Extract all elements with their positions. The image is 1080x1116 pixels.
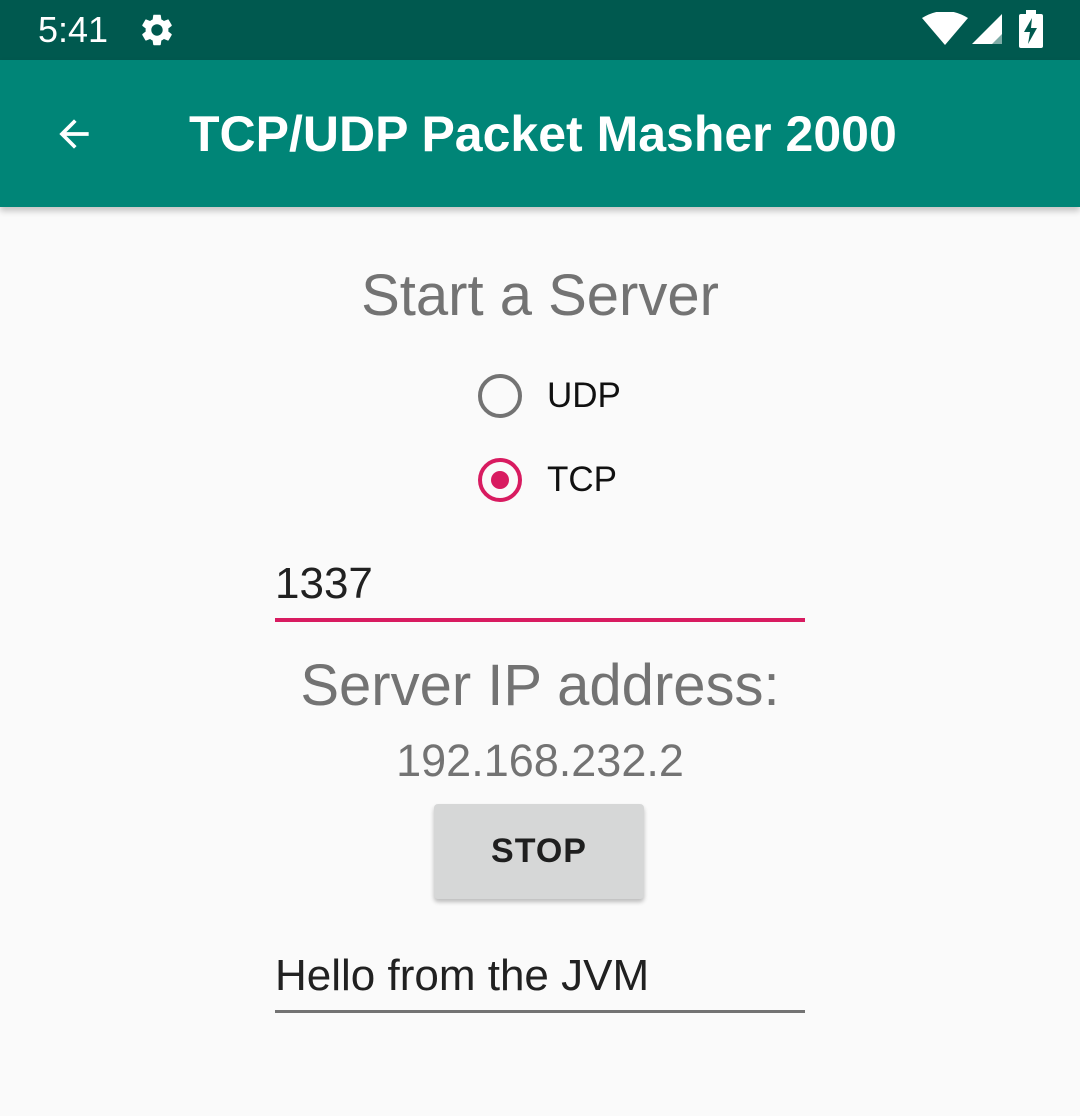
app-title: TCP/UDP Packet Masher 2000 <box>189 106 897 162</box>
radio-dot <box>491 471 509 489</box>
radio-circle-checked[interactable] <box>478 458 522 502</box>
message-input[interactable]: Hello from the JVM <box>275 950 805 1013</box>
radio-udp-label[interactable]: UDP <box>547 376 621 416</box>
battery-charging-icon <box>1019 10 1043 48</box>
status-time: 5:41 <box>38 9 109 50</box>
radio-tcp[interactable]: TCP <box>476 454 676 514</box>
port-input[interactable]: 1337 <box>275 558 805 622</box>
status-bar: 5:41 <box>0 0 1080 60</box>
back-button[interactable] <box>34 94 114 174</box>
gear-icon <box>142 14 172 46</box>
wifi-icon <box>922 12 968 45</box>
radio-tcp-label[interactable]: TCP <box>547 460 617 500</box>
page-heading: Start a Server <box>361 263 719 328</box>
server-ip-label: Server IP address: <box>300 653 780 718</box>
arrow-left-icon <box>59 119 89 149</box>
stop-button[interactable]: STOP <box>434 804 644 899</box>
signal-icon <box>972 14 1002 44</box>
radio-udp[interactable]: UDP <box>476 370 676 430</box>
server-ip-value: 192.168.232.2 <box>396 735 684 786</box>
app-bar: TCP/UDP Packet Masher 2000 <box>0 60 1080 207</box>
radio-circle-unchecked[interactable] <box>478 374 522 418</box>
